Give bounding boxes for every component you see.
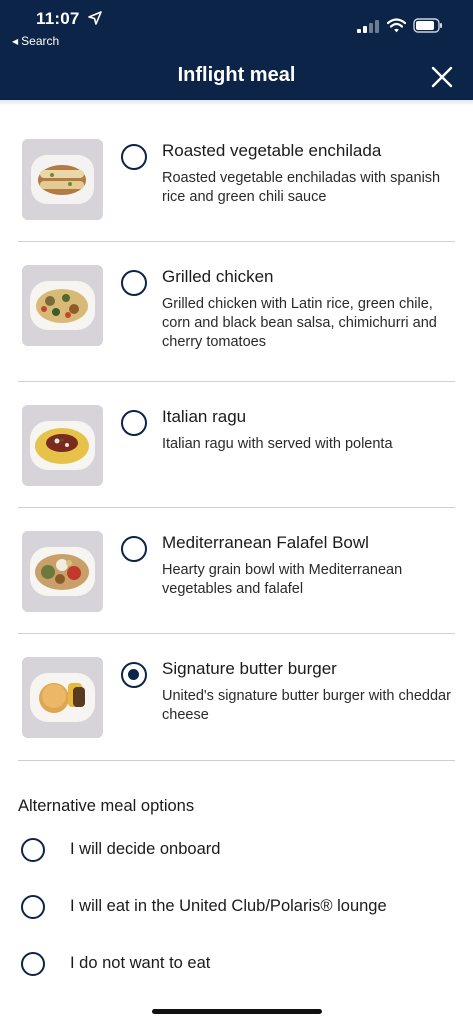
enchilada-dish-image — [22, 139, 103, 220]
cellular-signal-icon — [357, 20, 379, 33]
alternative-options-heading: Alternative meal options — [18, 797, 195, 815]
meal-description: United's signature butter burger with ch… — [162, 688, 451, 723]
back-to-search-link[interactable]: ◀ Search — [12, 34, 59, 48]
header-shadow — [0, 100, 473, 106]
location-arrow-icon — [88, 11, 102, 25]
meal-radio-enchilada[interactable] — [121, 144, 147, 170]
meal-radio-falafel-bowl[interactable] — [121, 536, 147, 562]
meal-radio-italian-ragu[interactable] — [121, 410, 147, 436]
meal-option-italian-ragu[interactable]: Italian ragu Italian ragu with served wi… — [0, 396, 473, 506]
divider — [18, 760, 455, 761]
meal-description: Italian ragu with served with polenta — [162, 436, 393, 452]
alt-option-do-not-eat[interactable]: I do not want to eat — [0, 945, 473, 985]
meal-option-grilled-chicken[interactable]: Grilled chicken Grilled chicken with Lat… — [0, 256, 473, 381]
battery-icon — [413, 18, 442, 33]
alt-radio-eat-in-lounge[interactable] — [21, 895, 45, 919]
butter-burger-dish-image — [22, 657, 103, 738]
alt-radio-do-not-eat[interactable] — [21, 952, 45, 976]
meal-option-roasted-vegetable-enchilada[interactable]: Roasted vegetable enchilada Roasted vege… — [0, 130, 473, 240]
meal-option-signature-butter-burger[interactable]: Signature butter burger United's signatu… — [0, 648, 473, 758]
italian-ragu-dish-image — [22, 405, 103, 486]
meal-name: Mediterranean Falafel Bowl — [162, 533, 369, 552]
divider — [18, 241, 455, 242]
back-triangle-icon: ◀ — [12, 37, 19, 46]
meal-description: Roasted vegetable enchiladas with spanis… — [162, 170, 441, 205]
alt-option-label: I will decide onboard — [70, 840, 221, 858]
meal-name: Italian ragu — [162, 407, 247, 426]
status-bar: 11:07 ◀ Search — [0, 0, 473, 54]
divider — [18, 507, 455, 508]
alt-radio-decide-onboard[interactable] — [21, 838, 45, 862]
header-bar: Inflight meal — [0, 54, 473, 100]
status-time: 11:07 — [36, 9, 80, 28]
divider — [18, 381, 455, 382]
alt-option-decide-onboard[interactable]: I will decide onboard — [0, 831, 473, 871]
alt-option-eat-in-lounge[interactable]: I will eat in the United Club/Polaris® l… — [0, 888, 473, 928]
meal-name: Grilled chicken — [162, 267, 274, 286]
page-title: Inflight meal — [177, 64, 296, 86]
back-search-label: Search — [21, 34, 60, 48]
divider — [18, 633, 455, 634]
alt-option-label: I will eat in the United Club/Polaris® l… — [70, 897, 387, 915]
meal-name: Roasted vegetable enchilada — [162, 141, 382, 160]
meal-radio-butter-burger[interactable] — [121, 662, 147, 688]
grilled-chicken-dish-image — [22, 265, 103, 346]
meal-description: Grilled chicken with Latin rice, green c… — [162, 296, 437, 350]
meal-option-mediterranean-falafel-bowl[interactable]: Mediterranean Falafel Bowl Hearty grain … — [0, 522, 473, 632]
close-icon[interactable] — [429, 64, 455, 90]
falafel-bowl-dish-image — [22, 531, 103, 612]
wifi-icon — [387, 18, 406, 33]
alt-option-label: I do not want to eat — [70, 954, 211, 972]
meal-name: Signature butter burger — [162, 659, 337, 678]
home-indicator[interactable] — [152, 1009, 322, 1014]
meal-description: Hearty grain bowl with Mediterranean veg… — [162, 562, 403, 597]
meal-radio-grilled-chicken[interactable] — [121, 270, 147, 296]
